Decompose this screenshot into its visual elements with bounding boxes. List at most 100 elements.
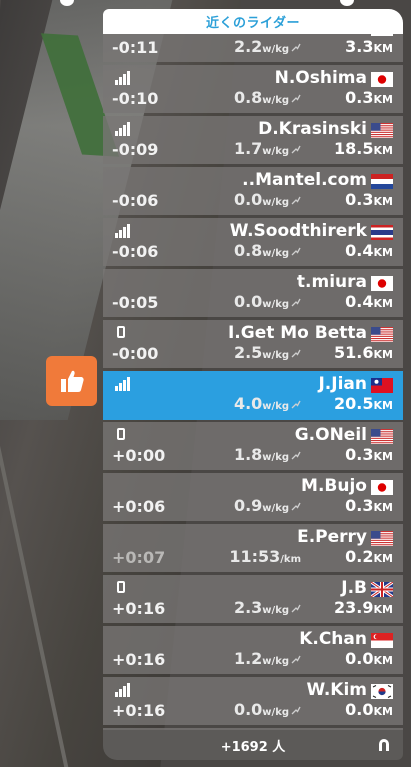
magnet-icon[interactable] bbox=[377, 738, 391, 752]
distance: 0.2KM bbox=[345, 547, 393, 566]
wkg-unit: w/kg bbox=[262, 656, 289, 667]
flag-usa-icon bbox=[371, 429, 393, 444]
rider-name: N.Oshima bbox=[274, 68, 367, 88]
distance-value: 0.4 bbox=[345, 292, 374, 311]
rider-count-footer: +1692 人 bbox=[103, 730, 403, 760]
wkg-value: 0.8 bbox=[233, 88, 263, 107]
rider-row[interactable]: ..Mantel.com -0:06 0.0w/kg 0.3KM bbox=[103, 167, 403, 215]
distance: 0.0KM bbox=[345, 649, 393, 668]
wkg-unit: w/kg bbox=[262, 452, 289, 463]
distance-value: 20.5 bbox=[334, 394, 374, 413]
distance-value: 51.6 bbox=[334, 343, 374, 362]
flag-thailand-icon bbox=[371, 225, 393, 240]
flag-usa-icon bbox=[371, 531, 393, 546]
pace: 11:53/km bbox=[229, 547, 301, 566]
wkg-unit: w/kg bbox=[262, 350, 289, 361]
watts-per-kg: 0.8w/kg bbox=[234, 241, 301, 260]
wkg-value: 0.0 bbox=[233, 700, 263, 719]
distance: 0.4KM bbox=[345, 292, 393, 311]
flag-usa-icon bbox=[371, 123, 393, 138]
distance: 0.0KM bbox=[345, 700, 393, 719]
distance-unit: KM bbox=[373, 450, 393, 463]
wkg-value: 0.8 bbox=[233, 241, 263, 260]
watts-per-kg: 0.9w/kg bbox=[234, 496, 301, 515]
watts-per-kg: 4.0w/kg bbox=[234, 394, 301, 413]
phone-icon bbox=[117, 428, 125, 440]
watts-per-kg: 0.0w/kg bbox=[234, 292, 301, 311]
ride-on-button[interactable] bbox=[46, 356, 97, 406]
rider-row[interactable]: I.Get Mo Betta -0:00 2.5w/kg 51.6KM bbox=[103, 320, 403, 368]
rider-row[interactable]: t.miura -0:05 0.0w/kg 0.4KM bbox=[103, 269, 403, 317]
distance-value: 0.0 bbox=[345, 700, 374, 719]
distance: 20.5KM bbox=[334, 394, 393, 413]
rider-name: D.Krasinski bbox=[258, 119, 367, 139]
header-title: 近くのライダー bbox=[206, 16, 300, 31]
distance: 0.3KM bbox=[345, 496, 393, 515]
rider-name: W.Kim bbox=[306, 680, 367, 700]
nearby-riders-header: 近くのライダー bbox=[103, 9, 403, 34]
distance-unit: KM bbox=[373, 297, 393, 310]
rider-row[interactable]: W.Soodthirerk -0:06 0.8w/kg 0.4KM bbox=[103, 218, 403, 266]
rider-row[interactable]: W.Kim +0:16 0.0w/kg 0.0KM bbox=[103, 677, 403, 725]
distance: 23.9KM bbox=[334, 598, 393, 617]
distance-unit: KM bbox=[373, 654, 393, 667]
wkg-value: 0.9 bbox=[233, 496, 263, 515]
watts-per-kg: 1.2w/kg bbox=[234, 649, 301, 668]
distance-value: 23.9 bbox=[334, 598, 374, 617]
distance-value: 0.4 bbox=[345, 241, 374, 260]
distance: 0.3KM bbox=[345, 190, 393, 209]
distance: 18.5KM bbox=[334, 139, 393, 158]
wkg-value: 4.0 bbox=[233, 394, 263, 413]
distance-value: 0.3 bbox=[345, 88, 374, 107]
distance: 0.4KM bbox=[345, 241, 393, 260]
rider-name: K.Chan bbox=[299, 629, 367, 649]
distance-value: 0.0 bbox=[345, 649, 374, 668]
distance-value: 0.3 bbox=[345, 496, 374, 515]
signal-bars-icon bbox=[115, 71, 131, 85]
rider-row[interactable]: K.Chan +0:16 1.2w/kg 0.0KM bbox=[103, 626, 403, 674]
distance-value: 3.3 bbox=[345, 37, 374, 56]
flag-japan-icon bbox=[371, 276, 393, 291]
trend-icon bbox=[291, 298, 301, 307]
time-gap: -0:06 bbox=[112, 191, 159, 210]
flag-japan-icon bbox=[371, 34, 393, 36]
time-gap: -0:10 bbox=[112, 89, 159, 108]
distance: 51.6KM bbox=[334, 343, 393, 362]
trend-icon bbox=[291, 145, 301, 154]
wkg-unit: w/kg bbox=[262, 299, 289, 310]
watts-per-kg: 0.0w/kg bbox=[234, 190, 301, 209]
rider-name: G.ONeil bbox=[294, 425, 367, 445]
watts-per-kg: 2.2w/kg bbox=[234, 37, 301, 56]
rider-row[interactable]: N.Oshima -0:10 0.8w/kg 0.3KM bbox=[103, 65, 403, 113]
watts-per-kg: 2.3w/kg bbox=[234, 598, 301, 617]
rider-name: J.Jian bbox=[318, 374, 367, 394]
time-gap: +0:00 bbox=[112, 446, 166, 465]
trend-icon bbox=[291, 349, 301, 358]
rider-name: I.Get Mo Betta bbox=[227, 323, 367, 343]
wkg-unit: w/kg bbox=[262, 605, 289, 616]
rider-row[interactable]: J.B +0:16 2.3w/kg 23.9KM bbox=[103, 575, 403, 623]
trend-icon bbox=[291, 43, 301, 52]
signal-bars-icon bbox=[115, 377, 131, 391]
rider-list[interactable]: -0:11 2.2w/kg 3.3KM N.Oshima -0:10 0.8w/kg 0.3… bbox=[103, 34, 403, 730]
rider-name: E.Perry bbox=[297, 527, 367, 547]
rider-row[interactable]: E.Perry +0:07 11:53/km 0.2KM bbox=[103, 524, 403, 572]
rider-count: +1692 人 bbox=[220, 739, 286, 755]
rider-row[interactable]: G.ONeil +0:00 1.8w/kg 0.3KM bbox=[103, 422, 403, 470]
time-gap: +0:16 bbox=[112, 599, 166, 618]
rider-name: M.Bujo bbox=[301, 476, 367, 496]
wkg-unit: w/kg bbox=[262, 95, 289, 106]
time-gap: +0:16 bbox=[112, 701, 166, 720]
rider-row[interactable]: M.Bujo +0:06 0.9w/kg 0.3KM bbox=[103, 473, 403, 521]
flag-taiwan-icon bbox=[371, 378, 393, 393]
trend-icon bbox=[291, 706, 301, 715]
rider-row[interactable]: -0:11 2.2w/kg 3.3KM bbox=[103, 34, 403, 62]
wkg-value: 1.7 bbox=[233, 139, 263, 158]
rider-row[interactable]: D.Krasinski -0:09 1.7w/kg 18.5KM bbox=[103, 116, 403, 164]
time-gap: +0:16 bbox=[112, 650, 166, 669]
rider-name: W.Soodthirerk bbox=[229, 221, 367, 241]
distance-value: 0.3 bbox=[345, 190, 374, 209]
rider-row-self[interactable]: J.Jian 4.0w/kg 20.5KM bbox=[103, 371, 403, 420]
distance-unit: KM bbox=[373, 195, 393, 208]
watts-per-kg: 1.8w/kg bbox=[234, 445, 301, 464]
